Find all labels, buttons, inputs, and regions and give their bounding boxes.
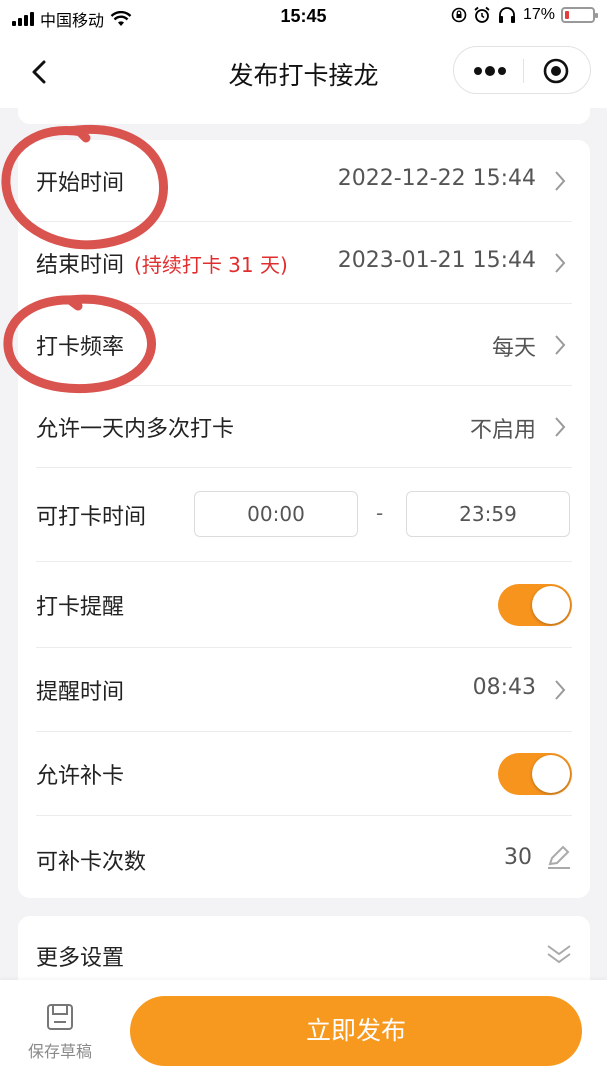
capsule-divider (523, 59, 524, 83)
end-time-label-text: 结束时间 (36, 253, 125, 278)
save-floppy-icon (47, 1004, 73, 1030)
frequency-row[interactable]: 打卡频率 每天 (36, 304, 572, 386)
save-draft-label: 保存草稿 (27, 1042, 92, 1061)
makeup-toggle[interactable] (498, 753, 572, 795)
status-bar: 中国移动 15:45 17% (0, 0, 607, 36)
chevron-right-icon (555, 171, 566, 191)
multiple-per-day-row[interactable]: 允许一天内多次打卡 不启用 (36, 386, 572, 468)
checkin-start-time-input[interactable]: 00:00 (194, 491, 358, 537)
battery-percent: 17% (522, 6, 555, 23)
end-time-row[interactable]: 结束时间 (持续打卡 31 天) 2023-01-21 15:44 (36, 222, 572, 304)
frequency-label: 打卡频率 (36, 335, 125, 360)
toggle-knob (532, 755, 570, 793)
makeup-count-row[interactable]: 可补卡次数 30 (36, 816, 572, 898)
edit-pencil-icon[interactable] (546, 844, 572, 870)
chevron-right-icon (555, 680, 566, 700)
toggle-knob (532, 586, 570, 624)
checkin-window-row: 可打卡时间 00:00 - 23:59 (36, 468, 572, 562)
mini-program-capsule (453, 46, 591, 94)
chevron-right-icon (555, 335, 566, 355)
navigation-bar: 发布打卡接龙 (0, 36, 607, 108)
settings-card: 开始时间 2022-12-22 15:44 结束时间 (持续打卡 31 天) 20… (18, 140, 590, 898)
makeup-label: 允许补卡 (36, 764, 125, 789)
reminder-toggle[interactable] (498, 584, 572, 626)
lock-rotation-icon (451, 7, 467, 23)
makeup-count-value: 30 (504, 845, 532, 870)
start-time-label: 开始时间 (36, 171, 125, 196)
reminder-time-row[interactable]: 提醒时间 08:43 (36, 648, 572, 732)
target-circle-icon[interactable] (542, 57, 570, 85)
makeup-count-label: 可补卡次数 (36, 850, 147, 875)
frequency-value: 每天 (491, 336, 536, 361)
duration-note: (持续打卡 31 天) (134, 253, 288, 277)
save-draft-button[interactable]: 保存草稿 (18, 1002, 102, 1062)
previous-card-edge (18, 108, 590, 124)
more-dots-icon[interactable] (472, 63, 508, 79)
checkin-end-time-input[interactable]: 23:59 (406, 491, 570, 537)
status-right: 17% (451, 6, 598, 24)
reminder-label: 打卡提醒 (36, 595, 125, 620)
double-chevron-down-icon (547, 945, 571, 964)
start-time-row[interactable]: 开始时间 2022-12-22 15:44 (36, 140, 572, 222)
publish-button[interactable]: 立即发布 (130, 996, 582, 1066)
makeup-row: 允许补卡 (36, 732, 572, 816)
chevron-right-icon (555, 417, 566, 437)
chevron-right-icon (555, 253, 566, 273)
start-time-value: 2022-12-22 15:44 (337, 166, 536, 191)
reminder-row: 打卡提醒 (36, 562, 572, 648)
time-range-separator: - (376, 501, 384, 525)
reminder-time-label: 提醒时间 (36, 680, 125, 705)
alarm-icon (474, 6, 490, 23)
end-time-value: 2023-01-21 15:44 (337, 248, 536, 273)
multiple-per-day-label: 允许一天内多次打卡 (36, 417, 235, 442)
headphones-icon (498, 7, 515, 23)
multiple-per-day-value: 不启用 (469, 418, 536, 443)
end-time-label: 结束时间 (持续打卡 31 天) (36, 247, 288, 279)
reminder-time-value: 08:43 (472, 675, 536, 700)
bottom-action-bar: 保存草稿 立即发布 (0, 980, 607, 1080)
battery-icon (561, 7, 598, 23)
checkin-window-label: 可打卡时间 (36, 505, 147, 530)
more-settings-label: 更多设置 (36, 946, 125, 971)
